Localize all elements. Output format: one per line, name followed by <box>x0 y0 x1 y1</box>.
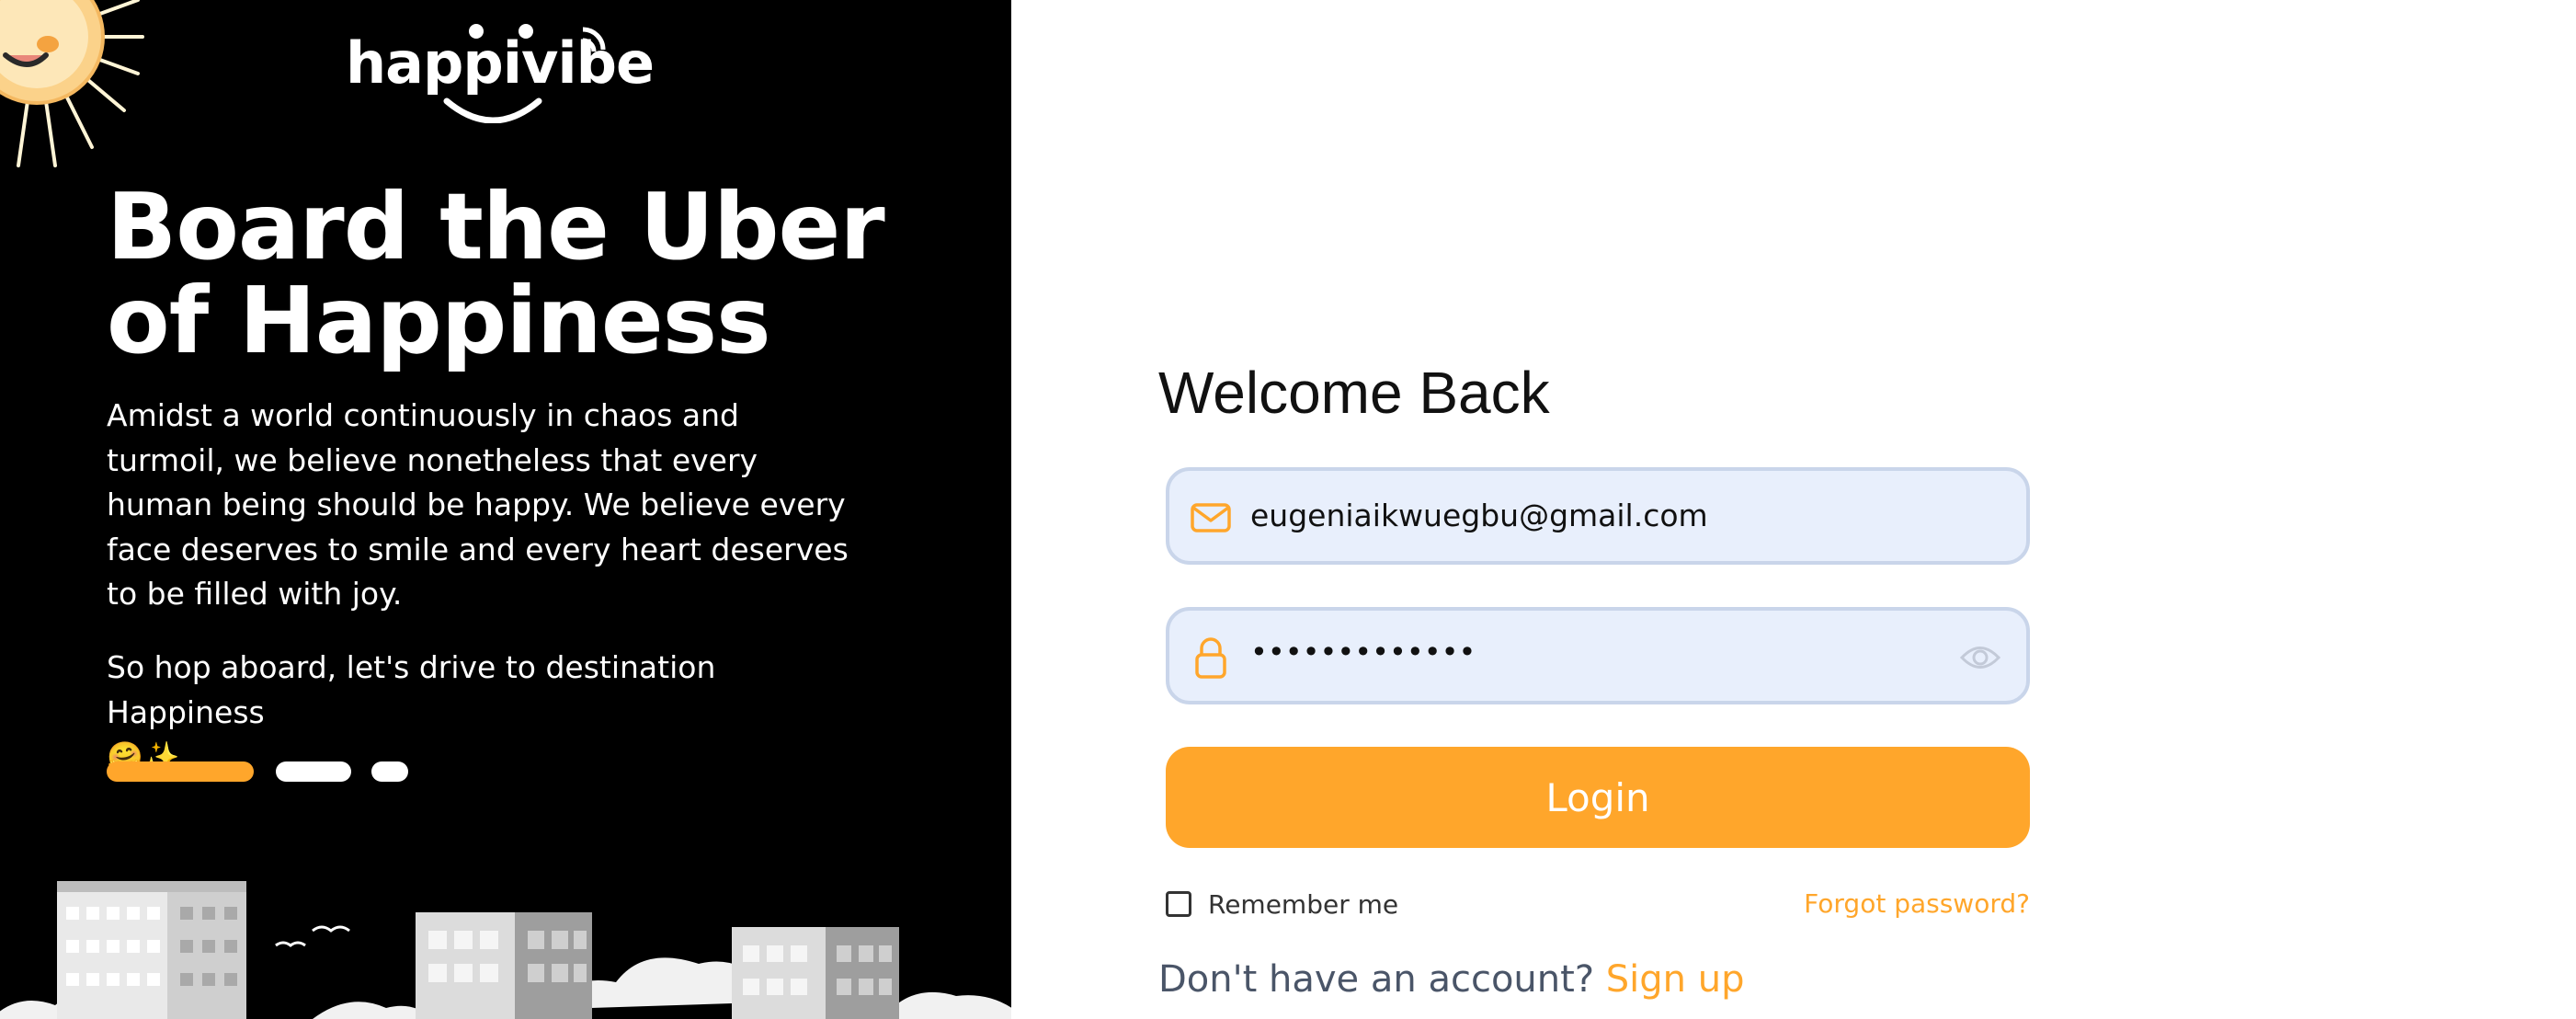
remember-me-checkbox[interactable] <box>1166 891 1191 917</box>
hero-panel: happivibe Board the Uber of Happiness Am… <box>0 0 1011 1019</box>
hero-description: Amidst a world continuously in chaos and… <box>107 397 849 612</box>
password-field[interactable]: ••••••••••••• <box>1166 607 2030 704</box>
hero-tagline-text: So hop aboard, let's drive to destinatio… <box>107 649 716 730</box>
happivibe-logo: happivibe <box>346 22 655 123</box>
city-skyline-illustration <box>0 881 1011 1019</box>
carousel-dot-2[interactable] <box>276 761 351 782</box>
remember-me-option[interactable]: Remember me <box>1166 888 1398 920</box>
login-title: Welcome Back <box>1158 360 1550 426</box>
mail-icon <box>1191 503 1231 532</box>
signup-prompt-text: Don't have an account? <box>1158 958 1595 1001</box>
eye-icon[interactable] <box>1960 640 2000 675</box>
lock-icon <box>1195 637 1226 679</box>
email-field[interactable]: eugeniaikwuegbu@gmail.com <box>1166 467 2030 565</box>
hero-tagline: So hop aboard, let's drive to destinatio… <box>107 646 861 779</box>
signup-prompt: Don't have an account? Sign up <box>1158 958 1744 1001</box>
login-button[interactable]: Login <box>1166 747 2030 848</box>
logo-smile-graphic <box>443 24 606 123</box>
carousel-dot-3[interactable] <box>371 761 408 782</box>
sun-mascot-illustration <box>0 0 144 167</box>
email-input[interactable]: eugeniaikwuegbu@gmail.com <box>1250 471 1708 561</box>
remember-me-label: Remember me <box>1208 888 1399 920</box>
hero-headline: Board the Uber of Happiness <box>107 173 885 374</box>
forgot-password-link[interactable]: Forgot password? <box>1804 888 2030 920</box>
carousel-dot-1-active[interactable] <box>107 761 254 782</box>
password-input[interactable]: ••••••••••••• <box>1250 607 1476 697</box>
signup-link[interactable]: Sign up <box>1606 958 1745 1001</box>
